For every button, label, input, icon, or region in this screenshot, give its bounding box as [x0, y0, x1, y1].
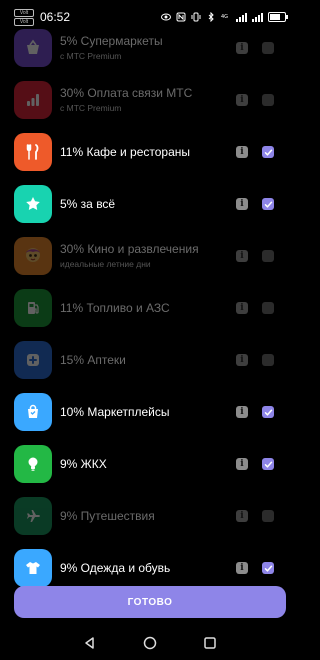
- checkmark-icon: [264, 565, 272, 572]
- airplane-icon: [14, 497, 52, 535]
- category-checkbox[interactable]: [262, 354, 274, 366]
- signal-bars-icon: [14, 81, 52, 119]
- info-icon[interactable]: i: [236, 458, 248, 470]
- category-title: 9% Одежда и обувь: [60, 561, 171, 575]
- back-nav-button[interactable]: [80, 633, 100, 653]
- category-row[interactable]: 11% Топливо и АЗС i: [0, 282, 300, 334]
- category-title: 5% за всё: [60, 197, 116, 211]
- category-checkbox[interactable]: [262, 198, 274, 210]
- category-row[interactable]: 30% Оплата связи МТС с МТС Premium i: [0, 74, 300, 126]
- battery-fill: [270, 14, 280, 20]
- info-icon[interactable]: i: [236, 562, 248, 574]
- category-row[interactable]: 10% Маркетплейсы i: [0, 386, 300, 438]
- category-row[interactable]: 30% Кино и развлечения идеальные летние д…: [0, 230, 300, 282]
- cashback-category-list: 5% Супермаркеты с МТС Premium i 30% Оплата …: [0, 22, 300, 594]
- category-title: 9% ЖКХ: [60, 457, 107, 471]
- checkmark-icon: [264, 461, 272, 468]
- info-icon[interactable]: i: [236, 250, 248, 262]
- category-row[interactable]: 5% Супермаркеты с МТС Premium i: [0, 22, 300, 74]
- info-icon[interactable]: i: [236, 146, 248, 158]
- t-shirt-icon: [14, 549, 52, 587]
- category-title: 5% Супермаркеты: [60, 34, 163, 48]
- checkmark-icon: [264, 409, 272, 416]
- category-row[interactable]: 11% Кафе и рестораны i: [0, 126, 300, 178]
- category-subtitle: идеальные летние дни: [60, 259, 151, 269]
- star-icon: [14, 185, 52, 223]
- svg-text:4G: 4G: [221, 14, 228, 20]
- pharmacy-cross-icon: [14, 341, 52, 379]
- system-navigation-bar: [0, 626, 300, 660]
- recents-nav-button[interactable]: [200, 633, 220, 653]
- bluetooth-icon: [208, 12, 214, 22]
- info-icon[interactable]: i: [236, 510, 248, 522]
- category-checkbox[interactable]: [262, 510, 274, 522]
- shopping-bag-icon: [14, 393, 52, 431]
- category-checkbox[interactable]: [262, 146, 274, 158]
- cell-signal-2-icon: [252, 12, 263, 22]
- category-title: 30% Оплата связи МТС: [60, 86, 193, 100]
- info-icon[interactable]: i: [236, 302, 248, 314]
- recents-square-icon: [204, 637, 216, 649]
- category-subtitle: с МТС Premium: [60, 103, 122, 113]
- nfc-icon: [176, 12, 186, 22]
- home-circle-icon: [143, 636, 157, 650]
- info-icon[interactable]: i: [236, 406, 248, 418]
- home-nav-button[interactable]: [140, 633, 160, 653]
- category-title: 30% Кино и развлечения: [60, 242, 199, 256]
- category-title: 10% Маркетплейсы: [60, 405, 170, 419]
- fork-knife-icon: [14, 133, 52, 171]
- category-row[interactable]: 9% Путешествия i: [0, 490, 300, 542]
- battery-icon: [268, 12, 288, 22]
- category-title: 9% Путешествия: [60, 509, 155, 523]
- category-checkbox[interactable]: [262, 42, 274, 54]
- category-checkbox[interactable]: [262, 406, 274, 418]
- category-title: 11% Кафе и рестораны: [60, 145, 191, 159]
- category-checkbox[interactable]: [262, 562, 274, 574]
- sim-1-label: Volt: [14, 8, 34, 17]
- light-bulb-icon: [14, 445, 52, 483]
- category-checkbox[interactable]: [262, 94, 274, 106]
- cell-signal-1-icon: [236, 12, 247, 22]
- checkmark-icon: [264, 201, 272, 208]
- category-checkbox[interactable]: [262, 250, 274, 262]
- category-title: 15% Аптеки: [60, 353, 126, 367]
- info-icon[interactable]: i: [236, 198, 248, 210]
- category-checkbox[interactable]: [262, 302, 274, 314]
- signal-4g-icon: 4G: [221, 14, 228, 20]
- basket-icon: [14, 29, 52, 67]
- eye-icon: [161, 13, 171, 21]
- category-checkbox[interactable]: [262, 458, 274, 470]
- category-title: 11% Топливо и АЗС: [60, 301, 170, 315]
- category-row[interactable]: 5% за всё i: [0, 178, 300, 230]
- fuel-pump-icon: [14, 289, 52, 327]
- info-icon[interactable]: i: [236, 354, 248, 366]
- info-icon[interactable]: i: [236, 94, 248, 106]
- info-icon[interactable]: i: [236, 42, 248, 54]
- cartoon-character-icon: [14, 237, 52, 275]
- done-button[interactable]: ГОТОВО: [14, 586, 286, 618]
- category-subtitle: с МТС Premium: [60, 51, 122, 61]
- category-row[interactable]: 9% ЖКХ i: [0, 438, 300, 490]
- vibrate-icon: [191, 12, 201, 22]
- back-triangle-icon: [85, 637, 94, 649]
- category-row[interactable]: 15% Аптеки i: [0, 334, 300, 386]
- checkmark-icon: [264, 149, 272, 156]
